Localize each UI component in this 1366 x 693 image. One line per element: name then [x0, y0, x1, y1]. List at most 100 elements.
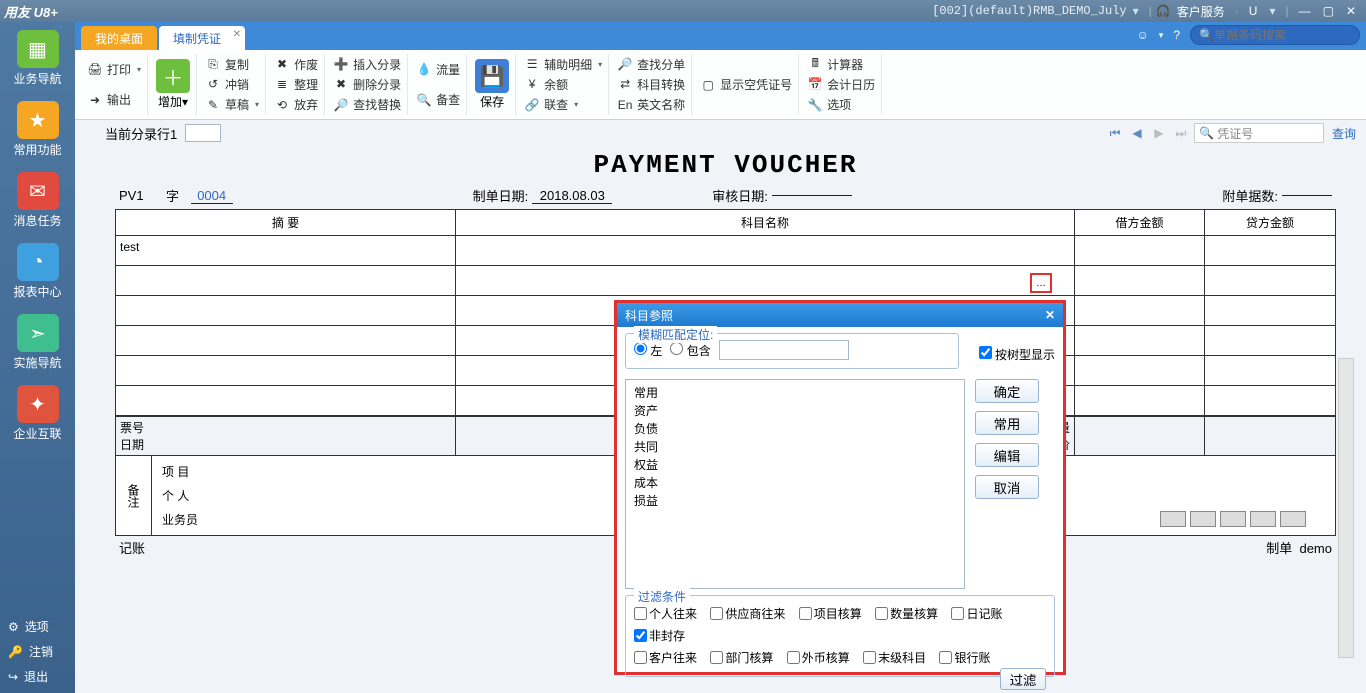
filter-project[interactable]: 项目核算 [799, 602, 862, 624]
rb-copy[interactable]: ⎘复制 [205, 54, 259, 74]
side-exit[interactable]: ↪退出 [0, 664, 75, 689]
tree-node[interactable]: 共同 [634, 438, 956, 456]
tab-close-icon[interactable]: ✕ [233, 29, 241, 40]
smile-dd-icon[interactable]: ▾ [1159, 30, 1164, 41]
table-row[interactable] [116, 266, 1335, 296]
rb-print[interactable]: 🖨打印▾ [87, 59, 141, 79]
cell-account[interactable] [456, 236, 1075, 266]
attach-count[interactable] [1282, 195, 1332, 196]
smile-icon[interactable]: ☺ [1137, 28, 1149, 42]
rb-draft[interactable]: ✎草稿▾ [205, 95, 259, 115]
filter-dept[interactable]: 部门核算 [710, 646, 773, 668]
account-lookup-button[interactable]: … [1030, 273, 1052, 293]
minimize-icon[interactable]: — [1293, 4, 1317, 18]
rb-calc[interactable]: 🖩计算器 [807, 54, 875, 74]
side-logout[interactable]: 🔑注销 [0, 639, 75, 664]
filter-button[interactable]: 过滤 [1000, 668, 1046, 690]
u-dropdown-icon[interactable]: ▾ [1269, 4, 1275, 18]
rb-findord[interactable]: 🔎查找分单 [617, 54, 685, 74]
edit-button[interactable]: 编辑 [975, 443, 1039, 467]
audit-date[interactable] [772, 195, 852, 196]
filter-supplier[interactable]: 供应商往来 [710, 602, 785, 624]
chevron-down-icon[interactable]: ▾ [255, 100, 259, 109]
tree-node[interactable]: 成本 [634, 474, 956, 492]
filter-qty[interactable]: 数量核算 [875, 602, 938, 624]
filter-customer[interactable]: 客户往来 [634, 646, 697, 668]
radio-left[interactable]: 左 [634, 342, 662, 359]
rb-engname[interactable]: En英文名称 [617, 95, 685, 115]
chevron-down-icon[interactable]: ▾ [182, 95, 188, 109]
rb-insline[interactable]: ➕插入分录 [333, 54, 401, 74]
cell-summary[interactable]: test [116, 236, 456, 266]
filter-leaf[interactable]: 末级科目 [863, 646, 926, 668]
rb-findrep[interactable]: 🔎查找替换 [333, 95, 401, 115]
db-dropdown-icon[interactable]: ▾ [1133, 4, 1139, 18]
cancel-button[interactable]: 取消 [975, 475, 1039, 499]
filter-journal[interactable]: 日记账 [951, 602, 1002, 624]
treeview-check[interactable]: 按树型显示 [979, 346, 1055, 363]
rb-arrange[interactable]: ≣整理 [274, 74, 318, 94]
filter-personal[interactable]: 个人往来 [634, 602, 697, 624]
side-nav-business[interactable]: ▦业务导航 [0, 22, 75, 93]
filter-fx[interactable]: 外币核算 [787, 646, 850, 668]
rb-offset[interactable]: ↺冲销 [205, 74, 259, 94]
rb-aux[interactable]: ☰辅助明细▾ [524, 54, 602, 74]
voucher-number[interactable]: 0004 [191, 188, 233, 204]
rb-void[interactable]: ✖作废 [274, 54, 318, 74]
match-input[interactable] [719, 340, 849, 360]
tree-node[interactable]: 常用 [634, 384, 956, 402]
side-nav-enterprise[interactable]: ✦企业互联 [0, 377, 75, 448]
rb-opt[interactable]: 🔧选项 [807, 95, 875, 115]
rb-add[interactable]: ＋增加▾ [150, 54, 197, 115]
barcode-search-input[interactable] [1214, 28, 1366, 42]
account-tree[interactable]: 常用 资产 负债 共同 权益 成本 损益 [625, 379, 965, 589]
rb-save[interactable]: 💾保存 [469, 54, 516, 115]
rb-flow[interactable]: 💧流量 [416, 59, 460, 79]
rb-delline[interactable]: ✖删除分录 [333, 74, 401, 94]
rb-showempty[interactable]: ▢显示空凭证号 [700, 75, 792, 95]
rb-abandon[interactable]: ⟲放弃 [274, 95, 318, 115]
rb-bal[interactable]: ¥余额 [524, 74, 602, 94]
nav-last[interactable]: ⏭ [1172, 124, 1190, 142]
tree-node[interactable]: 损益 [634, 492, 956, 510]
side-nav-message[interactable]: ✉消息任务 [0, 164, 75, 235]
u-menu[interactable]: U [1243, 4, 1264, 18]
radio-contain[interactable]: 包含 [670, 342, 710, 359]
filter-bank[interactable]: 银行账 [939, 646, 990, 668]
rb-acctconv[interactable]: ⇄科目转换 [617, 74, 685, 94]
tab-voucher[interactable]: 填制凭证✕ [159, 26, 245, 50]
make-date[interactable]: 2018.08.03 [532, 188, 612, 204]
side-nav-report[interactable]: ◔报表中心 [0, 235, 75, 306]
customer-service[interactable]: 客户服务 [1171, 3, 1231, 20]
rb-calendar[interactable]: 📅会计日历 [807, 74, 875, 94]
mini-toolbar[interactable] [1160, 511, 1306, 527]
nav-next[interactable]: ▶ [1150, 124, 1168, 142]
vertical-scrollbar[interactable] [1338, 358, 1354, 658]
chevron-down-icon[interactable]: ▾ [137, 65, 141, 74]
nav-prev[interactable]: ◀ [1128, 124, 1146, 142]
tab-desktop[interactable]: 我的桌面 [81, 26, 157, 50]
close-icon[interactable]: ✕ [1340, 4, 1362, 18]
maximize-icon[interactable]: ▢ [1317, 4, 1340, 18]
help-icon[interactable]: ? [1173, 28, 1180, 42]
rb-output[interactable]: ➜输出 [87, 90, 141, 110]
dialog-titlebar[interactable]: 科目参照 ✕ [617, 303, 1063, 327]
voucher-no-search[interactable]: 🔍 凭证号 [1194, 123, 1324, 143]
current-line-input[interactable] [185, 124, 221, 142]
dialog-close-icon[interactable]: ✕ [1045, 308, 1055, 322]
rb-chkdup[interactable]: 🔍备查 [416, 90, 460, 110]
chevron-down-icon[interactable]: ▾ [574, 100, 578, 109]
nav-first[interactable]: ⏮ [1106, 124, 1124, 142]
side-options[interactable]: ⚙选项 [0, 614, 75, 639]
tree-node[interactable]: 负债 [634, 420, 956, 438]
query-link[interactable]: 查询 [1332, 125, 1356, 142]
tree-node[interactable]: 资产 [634, 402, 956, 420]
filter-unsealed[interactable]: 非封存 [634, 624, 685, 646]
chevron-down-icon[interactable]: ▾ [598, 60, 602, 69]
side-nav-impl[interactable]: ➣实施导航 [0, 306, 75, 377]
table-row[interactable]: test [116, 236, 1335, 266]
side-nav-common[interactable]: ★常用功能 [0, 93, 75, 164]
fav-button[interactable]: 常用 [975, 411, 1039, 435]
rb-linkq[interactable]: 🔗联查▾ [524, 95, 602, 115]
ok-button[interactable]: 确定 [975, 379, 1039, 403]
